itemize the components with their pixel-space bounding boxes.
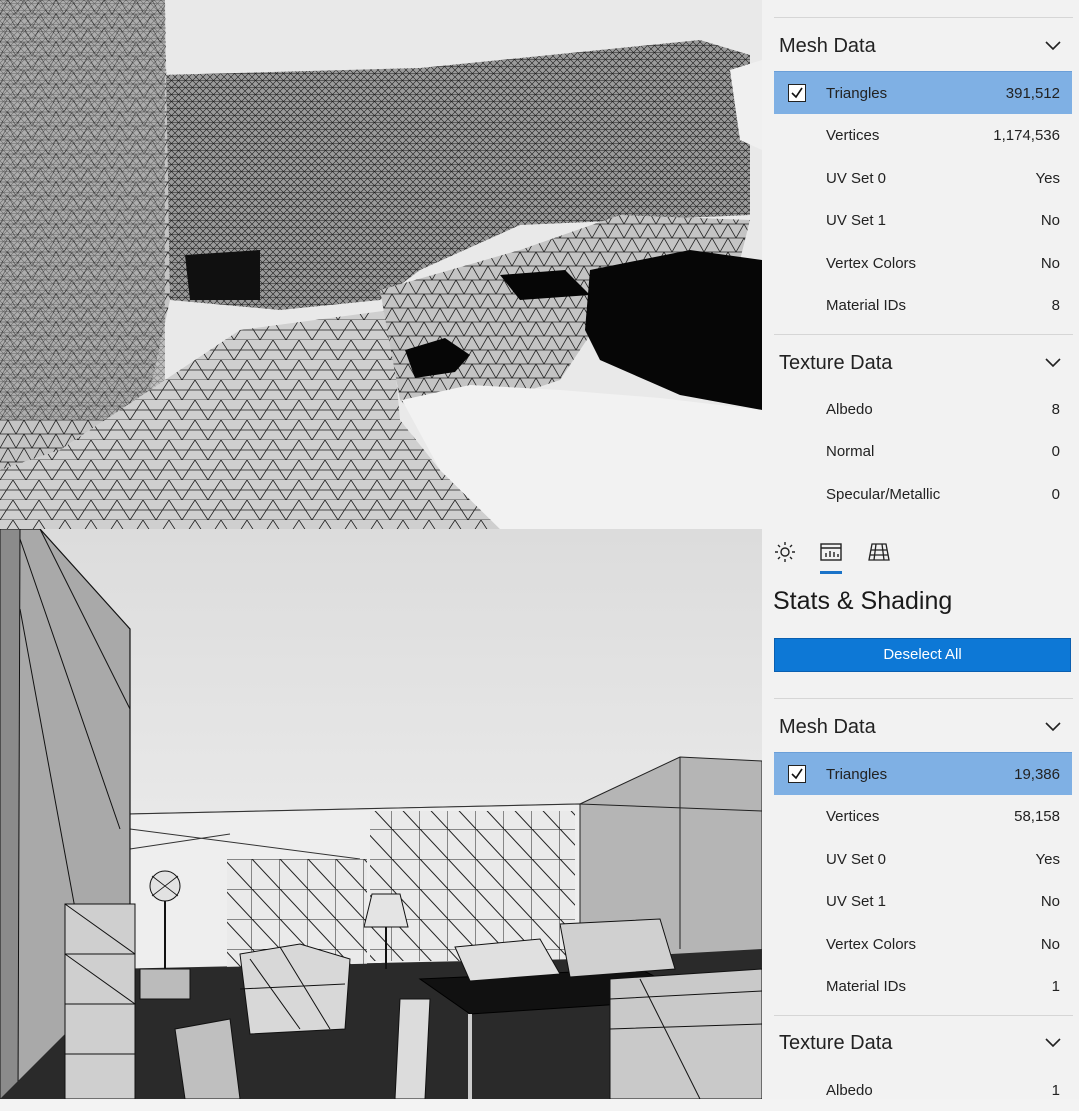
mesh-row-material-ids[interactable]: Material IDs 1	[774, 965, 1072, 1007]
row-value: No	[1040, 212, 1060, 229]
chevron-down-icon[interactable]	[1045, 41, 1061, 51]
texture-data-header[interactable]: Texture Data	[779, 346, 1061, 380]
mesh-data-header[interactable]: Mesh Data	[779, 710, 1061, 744]
section-title: Texture Data	[779, 352, 893, 374]
mesh-row-uv-set-0[interactable]: UV Set 0 Yes	[774, 838, 1072, 880]
divider	[774, 698, 1073, 699]
stats-panel-top: Mesh Data Triangles 391,512 Vertices 1,1…	[762, 0, 1079, 529]
mesh-row-triangles[interactable]: Triangles 391,512	[774, 71, 1072, 114]
divider	[774, 17, 1073, 18]
mesh-row-vertex-colors[interactable]: Vertex Colors No	[774, 923, 1072, 965]
panel-title: Stats & Shading	[773, 587, 953, 615]
row-label: Triangles	[826, 85, 888, 102]
mesh-row-vertices[interactable]: Vertices 1,174,536	[774, 114, 1072, 156]
row-value: 58,158	[1014, 808, 1060, 825]
row-value: No	[1040, 936, 1060, 953]
row-value: Yes	[1035, 170, 1060, 187]
chevron-down-icon[interactable]	[1045, 722, 1061, 732]
texture-row-normal[interactable]: Normal 0	[774, 430, 1072, 472]
section-title: Mesh Data	[779, 716, 876, 738]
texture-row-albedo[interactable]: Albedo 8	[774, 388, 1072, 430]
texture-data-header[interactable]: Texture Data	[779, 1026, 1061, 1060]
row-value: 19,386	[1014, 766, 1060, 783]
stats-panel-bottom: Stats & Shading Deselect All Mesh Data T…	[762, 529, 1079, 1099]
section-title: Mesh Data	[779, 35, 876, 57]
row-label: UV Set 1	[826, 893, 887, 910]
row-value: 0	[1051, 443, 1060, 460]
row-value: 8	[1051, 297, 1060, 314]
row-value: 391,512	[1005, 85, 1060, 102]
active-tab-indicator	[820, 571, 842, 574]
row-label: UV Set 0	[826, 851, 887, 868]
viewport-scanned-mesh[interactable]	[0, 0, 762, 529]
row-label: Vertices	[826, 808, 880, 825]
texture-row-specular-metallic[interactable]: Specular/Metallic 0	[774, 473, 1072, 515]
row-value: 1,174,536	[993, 127, 1060, 144]
row-value: No	[1040, 893, 1060, 910]
mesh-row-vertices[interactable]: Vertices 58,158	[774, 795, 1072, 837]
checkbox[interactable]	[788, 765, 806, 783]
mesh-row-material-ids[interactable]: Material IDs 8	[774, 284, 1072, 326]
chevron-down-icon[interactable]	[1045, 358, 1061, 368]
panel-tab-bar	[774, 539, 914, 575]
row-label: Triangles	[826, 766, 888, 783]
viewport-lowpoly-model[interactable]	[0, 529, 762, 1099]
mesh-row-vertex-colors[interactable]: Vertex Colors No	[774, 242, 1072, 284]
row-label: Albedo	[826, 1082, 873, 1099]
chevron-down-icon[interactable]	[1045, 1038, 1061, 1048]
deselect-all-button[interactable]: Deselect All	[774, 638, 1071, 672]
mesh-row-uv-set-1[interactable]: UV Set 1 No	[774, 880, 1072, 922]
divider	[774, 334, 1073, 335]
row-label: Vertex Colors	[826, 255, 917, 272]
check-icon	[791, 87, 803, 99]
row-value: 1	[1051, 1082, 1060, 1099]
row-label: UV Set 0	[826, 170, 887, 187]
row-value: 0	[1051, 486, 1060, 503]
checkbox[interactable]	[788, 84, 806, 102]
mesh-row-triangles[interactable]: Triangles 19,386	[774, 752, 1072, 795]
mesh-row-uv-set-0[interactable]: UV Set 0 Yes	[774, 157, 1072, 199]
stats-icon[interactable]	[820, 541, 842, 563]
mesh-data-header[interactable]: Mesh Data	[779, 29, 1061, 63]
section-title: Texture Data	[779, 1032, 893, 1054]
row-label: Specular/Metallic	[826, 486, 941, 503]
row-value: 1	[1051, 978, 1060, 995]
row-label: Material IDs	[826, 297, 907, 314]
row-label: UV Set 1	[826, 212, 887, 229]
row-label: Albedo	[826, 401, 873, 418]
sun-icon[interactable]	[774, 541, 796, 563]
row-label: Vertex Colors	[826, 936, 917, 953]
grid-icon[interactable]	[868, 541, 890, 563]
row-label: Material IDs	[826, 978, 907, 995]
row-label: Normal	[826, 443, 875, 460]
mesh-row-uv-set-1[interactable]: UV Set 1 No	[774, 199, 1072, 241]
row-value: Yes	[1035, 851, 1060, 868]
row-value: 8	[1051, 401, 1060, 418]
check-icon	[791, 768, 803, 780]
row-label: Vertices	[826, 127, 880, 144]
divider	[774, 1015, 1073, 1016]
texture-row-albedo[interactable]: Albedo 1	[774, 1069, 1072, 1111]
row-value: No	[1040, 255, 1060, 272]
